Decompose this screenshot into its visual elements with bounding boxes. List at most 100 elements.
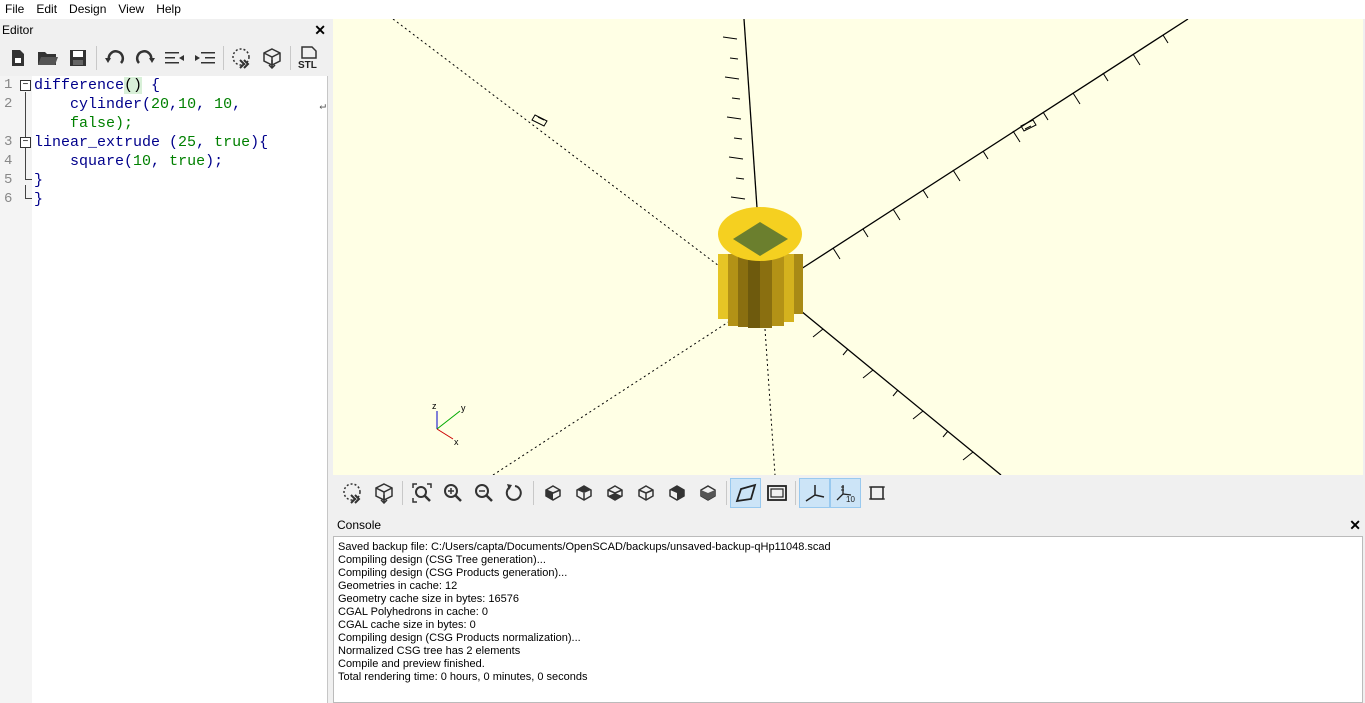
menu-edit[interactable]: Edit bbox=[30, 0, 63, 19]
unindent-icon[interactable] bbox=[160, 43, 190, 73]
gizmo-label-x: x bbox=[454, 437, 459, 447]
code-token: 25 bbox=[178, 134, 197, 151]
render-icon[interactable] bbox=[368, 478, 399, 508]
redo-icon[interactable] bbox=[130, 43, 160, 73]
gizmo-label-z: z bbox=[432, 401, 437, 411]
console-line: Normalized CSG tree has 2 elements bbox=[338, 645, 521, 657]
show-edges-icon[interactable] bbox=[861, 478, 892, 508]
code-text: difference() { bbox=[34, 76, 160, 95]
toolbar-separator bbox=[223, 46, 224, 70]
code-text: false); bbox=[34, 115, 134, 132]
fold-toggle-icon[interactable]: − bbox=[20, 137, 31, 148]
fold-end bbox=[25, 171, 32, 180]
view-top-icon[interactable] bbox=[568, 478, 599, 508]
gizmo-label-y: y bbox=[461, 403, 466, 413]
code-token: 20 bbox=[151, 96, 170, 113]
toolbar-separator bbox=[795, 481, 796, 505]
code-token: , bbox=[232, 96, 242, 113]
code-token: ); bbox=[205, 153, 224, 170]
scale-label-x bbox=[531, 114, 548, 127]
y-axis-negative bbox=[492, 318, 734, 475]
editor-title: Editor bbox=[2, 22, 34, 37]
console-line: Compiling design (CSG Tree generation)..… bbox=[338, 554, 546, 566]
orthogonal-icon[interactable] bbox=[761, 478, 792, 508]
code-token: 10 bbox=[178, 96, 197, 113]
editor-toolbar: STL bbox=[0, 40, 330, 76]
code-token: ){ bbox=[250, 134, 269, 151]
console-line: Compiling design (CSG Products generatio… bbox=[338, 567, 568, 579]
export-stl-icon[interactable]: STL bbox=[294, 43, 324, 73]
code-line-6: 6 } bbox=[0, 190, 328, 209]
show-axes-icon[interactable] bbox=[799, 478, 830, 508]
zoom-in-icon[interactable] bbox=[437, 478, 468, 508]
code-token: , bbox=[196, 96, 215, 113]
console-line: CGAL Polyhedrons in cache: 0 bbox=[338, 606, 489, 618]
perspective-icon[interactable] bbox=[730, 478, 761, 508]
console-line: Compiling design (CSG Products normaliza… bbox=[338, 632, 581, 644]
line-number: 5 bbox=[4, 172, 13, 188]
view-left-icon[interactable] bbox=[630, 478, 661, 508]
view-bottom-icon[interactable] bbox=[599, 478, 630, 508]
code-editor[interactable]: 1 − difference() { 2 cylinder(20,10, 10,… bbox=[0, 76, 328, 703]
console-line: Geometries in cache: 12 bbox=[338, 580, 458, 592]
fold-toggle-icon[interactable]: − bbox=[20, 80, 31, 91]
menu-file[interactable]: File bbox=[0, 0, 30, 19]
zoom-out-icon[interactable] bbox=[468, 478, 499, 508]
menu-bar: File Edit Design View Help bbox=[0, 0, 1365, 19]
editor-close-button[interactable]: ✕ bbox=[314, 23, 326, 37]
code-token: 10 bbox=[214, 96, 233, 113]
indent-icon[interactable] bbox=[190, 43, 220, 73]
svg-text:10: 10 bbox=[846, 495, 855, 503]
new-icon[interactable] bbox=[3, 43, 33, 73]
preview-icon[interactable] bbox=[227, 43, 257, 73]
console-title-bar: Console ✕ bbox=[333, 515, 1365, 534]
code-token: , bbox=[169, 96, 179, 113]
console-close-button[interactable]: ✕ bbox=[1349, 518, 1361, 532]
view-toolbar: 10 bbox=[333, 475, 1365, 511]
code-token: () bbox=[124, 77, 143, 94]
editor-title-bar: Editor ✕ bbox=[0, 19, 330, 40]
code-token: , bbox=[151, 153, 170, 170]
render-icon[interactable] bbox=[257, 43, 287, 73]
undo-icon[interactable] bbox=[100, 43, 130, 73]
open-icon[interactable] bbox=[33, 43, 63, 73]
x-axis-positive bbox=[800, 310, 1002, 475]
console-output[interactable]: Saved backup file: C:/Users/capta/Docume… bbox=[333, 536, 1363, 703]
view-all-icon[interactable] bbox=[406, 478, 437, 508]
menu-help[interactable]: Help bbox=[150, 0, 187, 19]
line-number: 4 bbox=[4, 153, 13, 169]
viewport-canvas: z y x bbox=[392, 19, 1189, 475]
code-text: } bbox=[34, 172, 44, 189]
save-icon[interactable] bbox=[63, 43, 93, 73]
toolbar-separator bbox=[726, 481, 727, 505]
view-front-icon[interactable] bbox=[661, 478, 692, 508]
toolbar-separator bbox=[533, 481, 534, 505]
menu-view[interactable]: View bbox=[112, 0, 150, 19]
stl-label: STL bbox=[298, 60, 317, 70]
preview-icon[interactable] bbox=[337, 478, 368, 508]
z-axis-negative bbox=[764, 328, 776, 475]
code-token: true bbox=[214, 134, 251, 151]
code-token: { bbox=[142, 77, 161, 94]
menu-design[interactable]: Design bbox=[63, 0, 112, 19]
console-line: Compile and preview finished. bbox=[338, 658, 485, 670]
code-text: square(10, true); bbox=[34, 152, 223, 171]
3d-viewport[interactable]: z y x bbox=[333, 19, 1363, 475]
x-axis-negative bbox=[392, 19, 724, 270]
reset-view-icon[interactable] bbox=[499, 478, 530, 508]
show-scale-markers-icon[interactable]: 10 bbox=[830, 478, 861, 508]
code-token: linear_extrude bbox=[34, 134, 161, 151]
code-line-2-wrapped: false); bbox=[0, 114, 328, 133]
console-line: CGAL cache size in bytes: 0 bbox=[338, 619, 476, 631]
fold-end bbox=[25, 190, 32, 199]
toolbar-separator bbox=[96, 46, 97, 70]
code-token: 10 bbox=[133, 153, 152, 170]
code-line-4: 4 square(10, true); bbox=[0, 152, 328, 171]
code-token: cylinder( bbox=[34, 96, 152, 113]
view-right-icon[interactable] bbox=[537, 478, 568, 508]
code-text: linear_extrude (25, true){ bbox=[34, 133, 268, 152]
code-token: true bbox=[169, 153, 206, 170]
line-number: 3 bbox=[4, 134, 13, 150]
view-back-icon[interactable] bbox=[692, 478, 723, 508]
line-number: 1 bbox=[4, 77, 13, 93]
